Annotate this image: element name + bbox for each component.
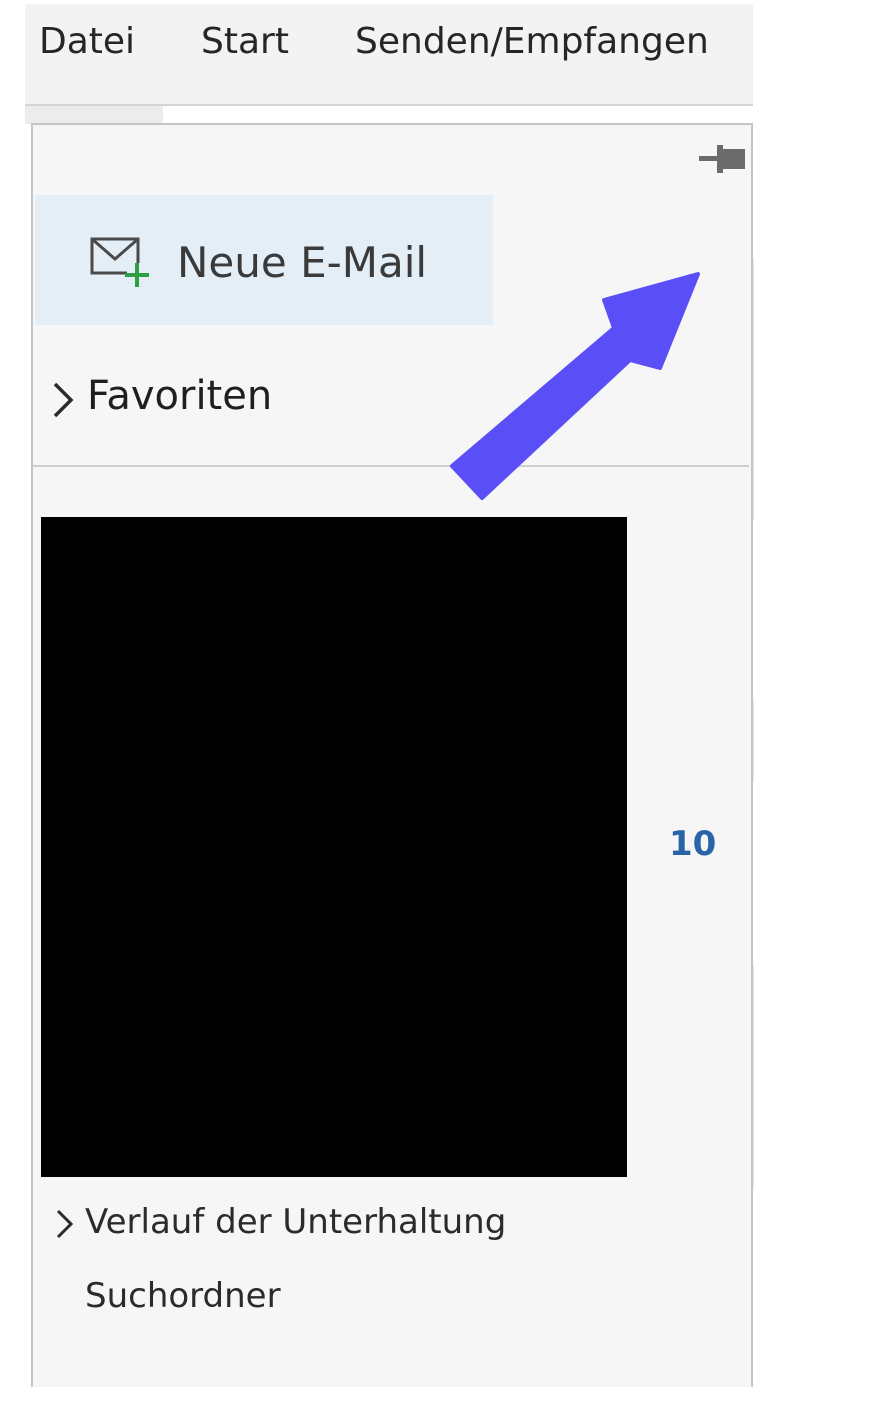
tab-start[interactable]: Start	[201, 22, 289, 62]
tab-indicator	[25, 106, 163, 124]
search-folder-item[interactable]: Suchordner	[85, 1273, 281, 1319]
outlook-window: Datei Start Senden/Empfangen Neue E-Mail	[0, 0, 877, 1411]
tab-send-receive[interactable]: Senden/Empfangen	[355, 22, 709, 62]
unread-count-badge: 10	[669, 824, 717, 864]
pin-icon[interactable]	[697, 139, 747, 179]
new-mail-button[interactable]: Neue E-Mail	[35, 195, 493, 325]
conversation-history-folder[interactable]: Verlauf der Unterhaltung	[55, 1199, 595, 1245]
favorites-label: Favoriten	[87, 373, 273, 419]
history-folder-label: Verlauf der Unterhaltung	[85, 1202, 507, 1242]
favorites-group[interactable]: Favoriten	[51, 371, 471, 421]
redacted-folder-list	[41, 517, 627, 1177]
new-mail-label: Neue E-Mail	[177, 238, 428, 287]
annotation-arrow-icon	[450, 272, 700, 500]
tab-datei[interactable]: Datei	[39, 22, 135, 62]
chevron-right-icon[interactable]	[51, 381, 75, 419]
new-mail-icon	[90, 237, 149, 287]
chevron-right-icon[interactable]	[55, 1209, 75, 1239]
ribbon-tab-strip: Datei Start Senden/Empfangen	[25, 4, 753, 106]
